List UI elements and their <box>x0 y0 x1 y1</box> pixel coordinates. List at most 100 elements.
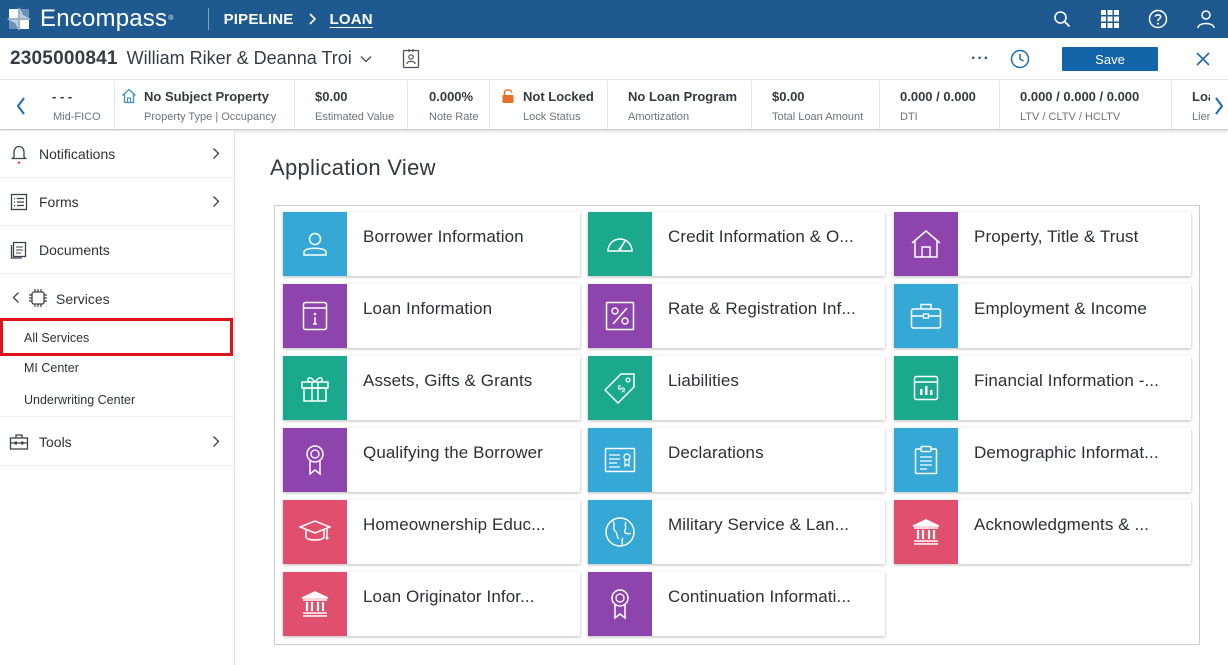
metric-label: Amortization <box>628 111 690 123</box>
subnav-underwriting-center[interactable]: Underwriting Center <box>0 385 234 417</box>
subnav-all-services[interactable]: All Services <box>0 318 233 356</box>
metric-value: $0.00 <box>315 89 348 104</box>
tile-label: Employment & Income <box>974 299 1147 318</box>
tile-borrower-information[interactable]: Borrower Information <box>283 212 580 276</box>
metric-value: No Loan Program <box>628 89 738 104</box>
nav-divider <box>207 8 209 30</box>
nav-pipeline-link[interactable]: PIPELINE <box>224 11 294 28</box>
bank-icon <box>894 500 958 564</box>
clipboard-icon <box>894 428 958 492</box>
chevron-right-icon <box>212 147 220 160</box>
metric-property-type[interactable]: No Subject Property Property Type | Occu… <box>115 81 295 129</box>
loan-header-actions: ··· Save <box>971 38 1228 80</box>
page-title: Application View <box>270 155 436 180</box>
metric-value: 0.000 / 0.000 / 0.000 <box>1020 89 1140 104</box>
nav-item-notifications[interactable]: Notifications <box>0 131 234 178</box>
metric-amortization[interactable]: No Loan Program Amortization <box>608 81 752 129</box>
metric-estimated-value[interactable]: $0.00 Estimated Value <box>295 81 408 129</box>
nav-item-services[interactable]: Services <box>0 275 234 322</box>
graduation-cap-icon <box>283 500 347 564</box>
tile-liabilities[interactable]: $ Liabilities <box>588 356 885 420</box>
nav-item-documents[interactable]: Documents <box>0 227 234 274</box>
save-button[interactable]: Save <box>1062 47 1158 71</box>
apps-grid-icon[interactable] <box>1098 7 1122 31</box>
tile-employment-income[interactable]: Employment & Income <box>894 284 1191 348</box>
tile-label: Homeownership Educ... <box>363 515 546 534</box>
chevron-left-icon <box>12 291 20 309</box>
subnav-label: MI Center <box>24 361 79 375</box>
help-icon[interactable] <box>1146 7 1170 31</box>
home-icon <box>121 88 137 109</box>
form-icon <box>9 192 29 212</box>
info-icon <box>283 284 347 348</box>
tile-qualifying-borrower[interactable]: Qualifying the Borrower <box>283 428 580 492</box>
house-icon <box>894 212 958 276</box>
user-icon[interactable] <box>1194 7 1218 31</box>
tile-acknowledgments[interactable]: Acknowledgments & ... <box>894 500 1191 564</box>
price-tag-icon: $ <box>588 356 652 420</box>
lock-icon <box>501 88 515 109</box>
metric-label: Lock Status <box>523 111 581 123</box>
search-icon[interactable] <box>1050 7 1074 31</box>
metric-dti[interactable]: 0.000 / 0.000 DTI <box>880 81 1000 129</box>
metric-lock-status[interactable]: Not Locked Lock Status <box>490 81 608 129</box>
borrower-name[interactable]: William Riker & Deanna Troi <box>127 48 352 69</box>
tile-loan-originator-information[interactable]: Loan Originator Infor... <box>283 572 580 636</box>
gift-icon <box>283 356 347 420</box>
breadcrumb-chevron-icon <box>308 13 317 25</box>
contact-card-icon[interactable] <box>402 48 420 69</box>
close-icon[interactable] <box>1196 52 1210 66</box>
nav-item-forms[interactable]: Forms <box>0 179 234 226</box>
application-view-panel: Borrower Information Credit Information … <box>274 205 1200 645</box>
metric-ltv[interactable]: 0.000 / 0.000 / 0.000 LTV / CLTV / HCLTV <box>1000 81 1172 129</box>
globe-icon <box>588 500 652 564</box>
metric-note-rate[interactable]: 0.000% Note Rate <box>408 81 490 129</box>
metric-label: Property Type | Occupancy <box>144 111 277 123</box>
loan-metrics-strip: - - - Mid-FICO No Subject Property Prope… <box>0 81 1228 130</box>
tile-military-service[interactable]: Military Service & Lan... <box>588 500 885 564</box>
metric-value: Not Locked <box>523 89 594 104</box>
tile-demographic-information[interactable]: Demographic Informat... <box>894 428 1191 492</box>
subnav-mi-center[interactable]: MI Center <box>0 353 234 385</box>
more-options-icon[interactable]: ··· <box>971 50 990 68</box>
metric-total-loan-amount[interactable]: $0.00 Total Loan Amount <box>752 81 880 129</box>
tile-credit-information[interactable]: Credit Information & O... <box>588 212 885 276</box>
nav-loan-link[interactable]: LOAN <box>330 11 373 28</box>
metric-value: No Subject Property <box>144 89 269 104</box>
tile-declarations[interactable]: Declarations <box>588 428 885 492</box>
brand[interactable]: Encompass® <box>6 6 174 32</box>
tile-property-title-trust[interactable]: Property, Title & Trust <box>894 212 1191 276</box>
metric-label: DTI <box>900 111 918 123</box>
nav-item-label: Tools <box>39 434 72 450</box>
tile-label: Rate & Registration Inf... <box>668 299 856 318</box>
nav-item-tools[interactable]: Tools <box>0 419 234 466</box>
metric-value: $0.00 <box>772 89 805 104</box>
metric-label: Total Loan Amount <box>772 111 864 123</box>
person-icon <box>283 212 347 276</box>
tile-loan-information[interactable]: Loan Information <box>283 284 580 348</box>
brand-name: Encompass® <box>40 5 174 32</box>
percent-icon <box>588 284 652 348</box>
tile-continuation-information[interactable]: Continuation Informati... <box>588 572 885 636</box>
loan-header: 2305000841 William Riker & Deanna Troi ·… <box>0 38 1228 80</box>
tile-label: Credit Information & O... <box>668 227 854 246</box>
scroll-left-icon[interactable] <box>10 81 32 129</box>
metric-label: LTV / CLTV / HCLTV <box>1020 111 1121 123</box>
tile-label: Assets, Gifts & Grants <box>363 371 533 390</box>
nav-item-label: Documents <box>39 242 110 258</box>
tile-assets-gifts-grants[interactable]: Assets, Gifts & Grants <box>283 356 580 420</box>
metric-mid-fico[interactable]: - - - Mid-FICO <box>34 81 115 129</box>
id-card-icon <box>588 428 652 492</box>
tile-homeownership-education[interactable]: Homeownership Educ... <box>283 500 580 564</box>
chevron-down-icon[interactable] <box>360 55 372 63</box>
metric-value: - - - <box>52 89 73 104</box>
metric-label: Estimated Value <box>315 111 395 123</box>
subnav-label: Underwriting Center <box>24 393 136 407</box>
tile-rate-registration[interactable]: Rate & Registration Inf... <box>588 284 885 348</box>
scroll-right-icon[interactable] <box>1210 81 1228 129</box>
tile-financial-information[interactable]: Financial Information -... <box>894 356 1191 420</box>
tile-label: Loan Originator Infor... <box>363 587 535 606</box>
metric-label: Lier <box>1192 111 1211 123</box>
chevron-right-icon <box>212 195 220 208</box>
history-icon[interactable] <box>1010 49 1030 69</box>
